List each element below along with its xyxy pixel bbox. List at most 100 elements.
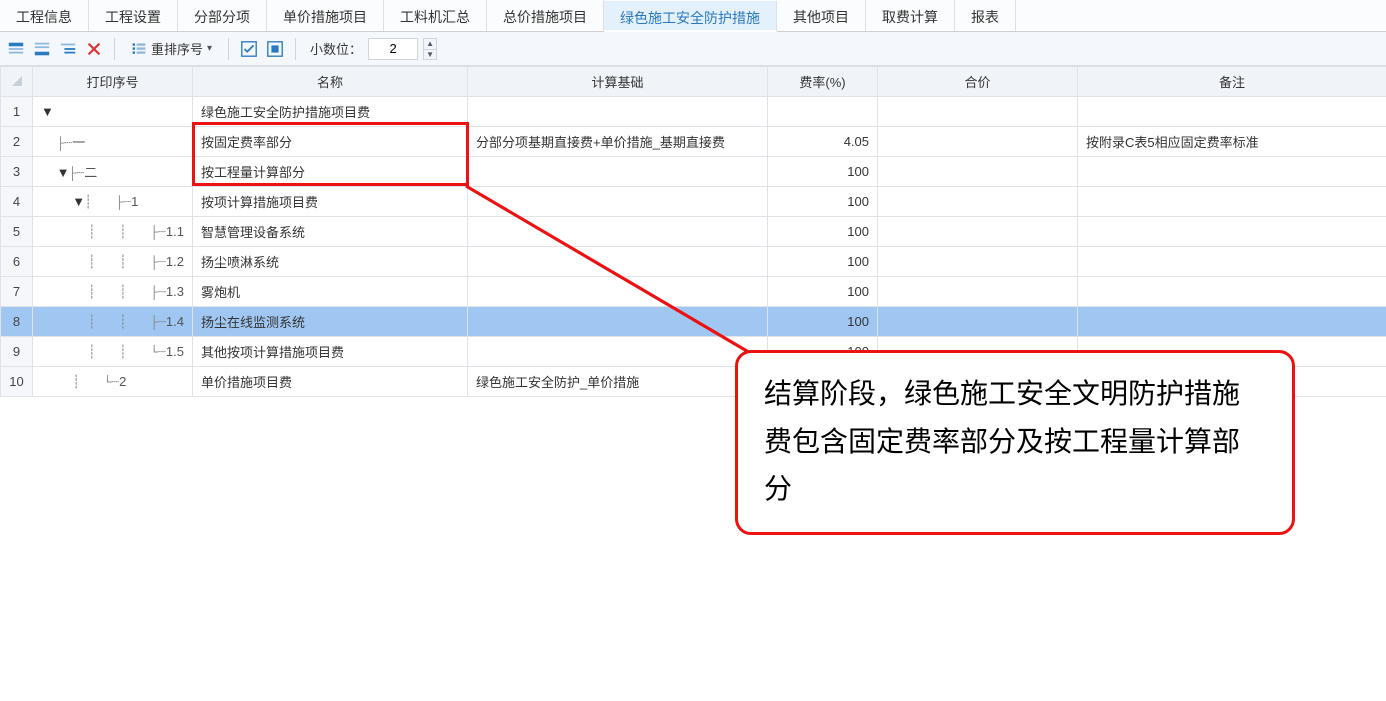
select-all-icon[interactable]: [239, 39, 259, 59]
tab-materials-summary[interactable]: 工料机汇总: [384, 0, 487, 31]
cell-remark[interactable]: [1078, 277, 1386, 307]
cell-rate[interactable]: 100: [768, 307, 878, 337]
tab-project-info[interactable]: 工程信息: [0, 0, 89, 31]
cell-basis[interactable]: [468, 157, 768, 187]
cell-remark[interactable]: 按附录C表5相应固定费率标准: [1078, 127, 1386, 157]
cell-rate[interactable]: [768, 97, 878, 127]
cell-total[interactable]: [878, 157, 1078, 187]
cell-total[interactable]: [878, 187, 1078, 217]
table-row[interactable]: 6 ┊ ┊ ├┈1.2扬尘喷淋系统 100: [1, 247, 1386, 277]
cell-print-seq[interactable]: ┊ ┊ ├┈1.3: [33, 277, 193, 307]
cell-basis[interactable]: [468, 247, 768, 277]
insert-child-row-icon[interactable]: [58, 39, 78, 59]
tab-green-safety[interactable]: 绿色施工安全防护措施: [604, 1, 777, 32]
col-name[interactable]: 名称: [193, 67, 468, 97]
col-print-seq[interactable]: 打印序号: [33, 67, 193, 97]
tab-project-settings[interactable]: 工程设置: [89, 0, 178, 31]
cell-rate[interactable]: 4.05: [768, 127, 878, 157]
col-remark[interactable]: 备注: [1078, 67, 1386, 97]
cell-name[interactable]: 雾炮机: [193, 277, 468, 307]
cell-name[interactable]: 其他按项计算措施项目费: [193, 337, 468, 367]
tree-expander-icon[interactable]: ▼: [72, 194, 84, 209]
tab-sections[interactable]: 分部分项: [178, 0, 267, 31]
tree-expander-icon[interactable]: ▼: [41, 104, 53, 119]
deselect-all-icon[interactable]: [265, 39, 285, 59]
cell-remark[interactable]: [1078, 247, 1386, 277]
cell-total[interactable]: [878, 277, 1078, 307]
table-row[interactable]: 4 ▼┊ ├┈1按项计算措施项目费100: [1, 187, 1386, 217]
col-basis[interactable]: 计算基础: [468, 67, 768, 97]
cell-remark[interactable]: [1078, 187, 1386, 217]
cell-name[interactable]: 按固定费率部分: [193, 127, 468, 157]
tab-lumpsum-measures[interactable]: 总价措施项目: [487, 0, 604, 31]
cell-basis[interactable]: [468, 187, 768, 217]
cell-total[interactable]: [878, 247, 1078, 277]
row-number[interactable]: 9: [1, 337, 33, 367]
cell-name[interactable]: 扬尘在线监测系统: [193, 307, 468, 337]
row-number[interactable]: 3: [1, 157, 33, 187]
cell-rate[interactable]: 100: [768, 247, 878, 277]
insert-row-above-icon[interactable]: [6, 39, 26, 59]
tab-fee-calc[interactable]: 取费计算: [866, 0, 955, 31]
decimal-spin-down[interactable]: ▼: [423, 49, 437, 60]
cell-total[interactable]: [878, 307, 1078, 337]
cell-print-seq[interactable]: ┊ ┊ ├┈1.1: [33, 217, 193, 247]
cell-print-seq[interactable]: ┊ ┊ ├┈1.2: [33, 247, 193, 277]
cell-name[interactable]: 单价措施项目费: [193, 367, 468, 397]
tree-expander-icon[interactable]: ▼: [57, 165, 69, 180]
cell-total[interactable]: [878, 217, 1078, 247]
row-number[interactable]: 1: [1, 97, 33, 127]
cell-print-seq[interactable]: ▼: [33, 97, 193, 127]
cell-print-seq[interactable]: ┊ └┈2: [33, 367, 193, 397]
row-number[interactable]: 4: [1, 187, 33, 217]
cell-name[interactable]: 扬尘喷淋系统: [193, 247, 468, 277]
decimal-input[interactable]: [368, 38, 418, 60]
cell-name[interactable]: 绿色施工安全防护措施项目费: [193, 97, 468, 127]
cell-name[interactable]: 智慧管理设备系统: [193, 217, 468, 247]
reorder-button[interactable]: 重排序号 ▾: [125, 37, 218, 60]
cell-basis[interactable]: [468, 337, 768, 367]
cell-rate[interactable]: 100: [768, 157, 878, 187]
cell-remark[interactable]: [1078, 217, 1386, 247]
cell-name[interactable]: 按工程量计算部分: [193, 157, 468, 187]
row-number[interactable]: 7: [1, 277, 33, 307]
table-row[interactable]: 8 ┊ ┊ ├┈1.4扬尘在线监测系统 100: [1, 307, 1386, 337]
grid-corner[interactable]: [1, 67, 33, 97]
col-rate[interactable]: 费率(%): [768, 67, 878, 97]
cell-print-seq[interactable]: ├┈一: [33, 127, 193, 157]
row-number[interactable]: 10: [1, 367, 33, 397]
cell-basis[interactable]: [468, 277, 768, 307]
tab-other-items[interactable]: 其他项目: [777, 0, 866, 31]
delete-row-icon[interactable]: [84, 39, 104, 59]
cell-remark[interactable]: [1078, 157, 1386, 187]
tab-report[interactable]: 报表: [955, 0, 1016, 31]
tab-unit-price-measures[interactable]: 单价措施项目: [267, 0, 384, 31]
cell-basis[interactable]: 分部分项基期直接费+单价措施_基期直接费: [468, 127, 768, 157]
cell-rate[interactable]: 100: [768, 277, 878, 307]
cell-basis[interactable]: [468, 307, 768, 337]
cell-name[interactable]: 按项计算措施项目费: [193, 187, 468, 217]
cell-rate[interactable]: 100: [768, 187, 878, 217]
table-row[interactable]: 5 ┊ ┊ ├┈1.1智慧管理设备系统 100: [1, 217, 1386, 247]
table-row[interactable]: 1 ▼ 绿色施工安全防护措施项目费: [1, 97, 1386, 127]
table-row[interactable]: 3 ▼├┈二按工程量计算部分 100: [1, 157, 1386, 187]
cell-remark[interactable]: [1078, 97, 1386, 127]
table-row[interactable]: 7 ┊ ┊ ├┈1.3雾炮机 100: [1, 277, 1386, 307]
cell-rate[interactable]: 100: [768, 217, 878, 247]
row-number[interactable]: 5: [1, 217, 33, 247]
cell-total[interactable]: [878, 97, 1078, 127]
row-number[interactable]: 6: [1, 247, 33, 277]
row-number[interactable]: 8: [1, 307, 33, 337]
cell-total[interactable]: [878, 127, 1078, 157]
cell-print-seq[interactable]: ┊ ┊ ├┈1.4: [33, 307, 193, 337]
cell-basis[interactable]: [468, 97, 768, 127]
cell-basis[interactable]: 绿色施工安全防护_单价措施: [468, 367, 768, 397]
insert-row-below-icon[interactable]: [32, 39, 52, 59]
table-row[interactable]: 2 ├┈一按固定费率部分分部分项基期直接费+单价措施_基期直接费4.05按附录C…: [1, 127, 1386, 157]
decimal-spin-up[interactable]: ▲: [423, 38, 437, 49]
data-grid[interactable]: 打印序号 名称 计算基础 费率(%) 合价 备注 1 ▼ 绿色施工安全防护措施项目费…: [0, 66, 1386, 397]
col-total[interactable]: 合价: [878, 67, 1078, 97]
cell-print-seq[interactable]: ┊ ┊ └┈1.5: [33, 337, 193, 367]
cell-print-seq[interactable]: ▼├┈二: [33, 157, 193, 187]
cell-basis[interactable]: [468, 217, 768, 247]
